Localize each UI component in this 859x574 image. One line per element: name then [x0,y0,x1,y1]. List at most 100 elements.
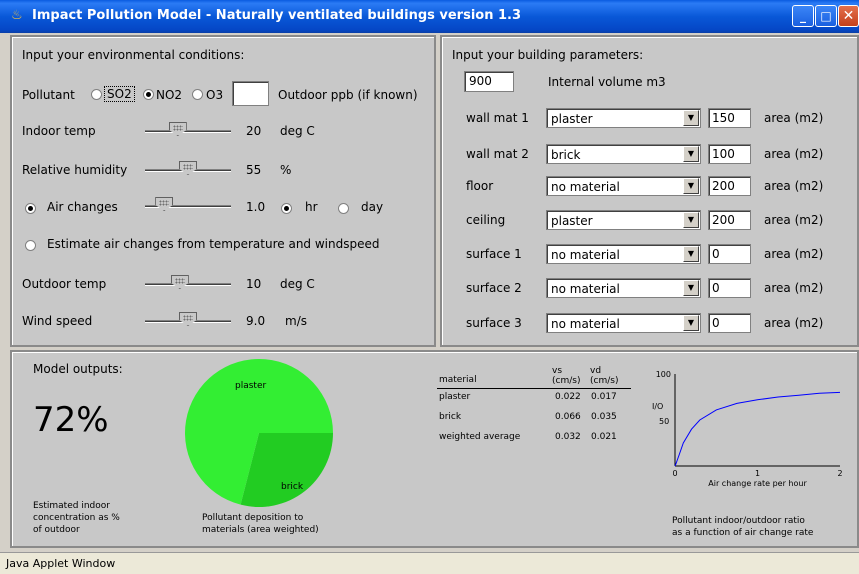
graph-caption-1: Pollutant indoor/outdoor ratio [672,516,805,526]
wind-speed-value: 9.0 [246,314,266,328]
table-cell-material: plaster [439,392,471,402]
material-row-label: wall mat 2 [466,147,529,161]
air-changes-day-label: day [361,200,384,214]
material-select[interactable]: no material ▼ [546,244,701,264]
y-tick-label: 100 [656,370,671,379]
table-cell-vd: 0.035 [591,412,617,422]
material-select-value: plaster [551,112,593,126]
env-heading: Input your environmental conditions: [22,48,245,62]
estimate-air-changes-radio[interactable] [25,240,36,251]
dropdown-arrow-icon[interactable]: ▼ [683,146,699,162]
dropdown-arrow-icon[interactable]: ▼ [683,178,699,194]
air-changes-day-radio[interactable] [338,203,349,214]
outdoor-ppb-label: Outdoor ppb (if known) [278,88,418,102]
material-select[interactable]: no material ▼ [546,176,701,196]
material-area-input[interactable]: 0 [708,244,751,264]
material-area-input[interactable]: 150 [708,108,751,128]
x-tick-label: 0 [672,469,677,478]
dropdown-arrow-icon[interactable]: ▼ [683,280,699,296]
x-tick-label: 2 [837,469,842,478]
y-tick-label: 50 [659,417,669,426]
material-row-label: ceiling [466,213,506,227]
outdoor-temp-value: 10 [246,277,262,291]
material-select[interactable]: no material ▼ [546,278,701,298]
indoor-percent-value: 72% [33,400,109,440]
material-select-value: no material [551,282,620,296]
area-unit-label: area (m2) [764,247,824,261]
table-header-vd: vd (cm/s) [590,366,619,386]
dropdown-arrow-icon[interactable]: ▼ [683,212,699,228]
estimate-air-changes-label: Estimate air changes from temperature an… [47,237,380,251]
material-select[interactable]: brick ▼ [546,144,701,164]
pie-label-brick: brick [281,482,304,492]
material-select-value: no material [551,317,620,331]
outdoor-temp-slider-track[interactable] [145,283,231,286]
dropdown-arrow-icon[interactable]: ▼ [683,246,699,262]
material-row-label: floor [466,179,494,193]
material-area-input[interactable]: 200 [708,176,751,196]
pollutant-o3-label[interactable]: O3 [206,88,223,102]
material-select[interactable]: plaster ▼ [546,108,701,128]
material-select[interactable]: plaster ▼ [546,210,701,230]
outdoor-temp-label: Outdoor temp [22,277,107,291]
material-select[interactable]: no material ▼ [546,313,701,333]
title-bar[interactable]: ♨ Impact Pollution Model - Naturally ven… [0,0,859,33]
material-select-value: plaster [551,214,593,228]
io-ratio-line-chart: 100 50 I/O 0 1 2 Air change rate per hour [652,370,843,488]
indoor-temp-value: 20 [246,124,262,138]
indoor-temp-slider-track[interactable] [145,130,231,133]
maximize-button[interactable]: □ [815,5,837,27]
material-row-label: wall mat 1 [466,111,529,125]
outdoor-ppb-input[interactable] [232,81,269,106]
air-changes-hr-label: hr [305,200,318,214]
pie-caption-2: materials (area weighted) [202,525,319,535]
humidity-unit: % [280,163,292,177]
pollutant-no2-label[interactable]: NO2 [156,88,182,102]
material-area-input[interactable]: 200 [708,210,751,230]
material-area-input[interactable]: 100 [708,144,751,164]
pie-label-plaster: plaster [235,381,266,391]
humidity-value: 55 [246,163,262,177]
close-button[interactable]: ✕ [838,5,859,27]
building-heading: Input your building parameters: [452,48,644,62]
pollutant-so2-label[interactable]: SO2 [104,86,135,102]
percent-caption-3: of outdoor [33,525,80,535]
minimize-button[interactable]: _ [792,5,814,27]
dropdown-arrow-icon[interactable]: ▼ [683,315,699,331]
air-changes-value: 1.0 [246,200,266,214]
area-unit-label: area (m2) [764,281,824,295]
status-bar: Java Applet Window [0,552,859,574]
air-changes-radio[interactable] [25,203,36,214]
air-changes-hr-radio[interactable] [281,203,292,214]
internal-volume-input[interactable]: 900 [464,71,514,92]
pollutant-radio-no2[interactable] [143,89,154,100]
material-select-value: no material [551,248,620,262]
table-cell-vd: 0.021 [591,432,617,442]
window-title: Impact Pollution Model - Naturally venti… [32,8,522,23]
pollutant-radio-so2[interactable] [91,89,102,100]
indoor-temp-unit: deg C [280,124,315,138]
humidity-label: Relative humidity [22,163,128,177]
percent-caption-1: Estimated indoor [33,501,110,511]
material-select-value: brick [551,148,581,162]
java-app-icon: ♨ [11,8,23,23]
x-axis-label: Air change rate per hour [708,479,807,488]
table-header-vs: vs (cm/s) [552,366,581,386]
material-row-label: surface 3 [466,316,522,330]
environment-panel [10,35,436,347]
graph-caption-2: as a function of air change rate [672,528,814,538]
pollutant-radio-o3[interactable] [192,89,203,100]
area-unit-label: area (m2) [764,111,824,125]
table-cell-vs: 0.022 [555,392,581,402]
material-area-input[interactable]: 0 [708,278,751,298]
pie-caption-1: Pollutant deposition to [202,513,304,523]
y-axis-label: I/O [652,402,663,411]
table-cell-vs: 0.066 [555,412,581,422]
table-cell-material: brick [439,412,462,422]
dropdown-arrow-icon[interactable]: ▼ [683,110,699,126]
material-area-input[interactable]: 0 [708,313,751,333]
area-unit-label: area (m2) [764,179,824,193]
deposition-pie-chart: plaster brick [185,359,333,507]
outputs-heading: Model outputs: [33,362,123,376]
area-unit-label: area (m2) [764,213,824,227]
